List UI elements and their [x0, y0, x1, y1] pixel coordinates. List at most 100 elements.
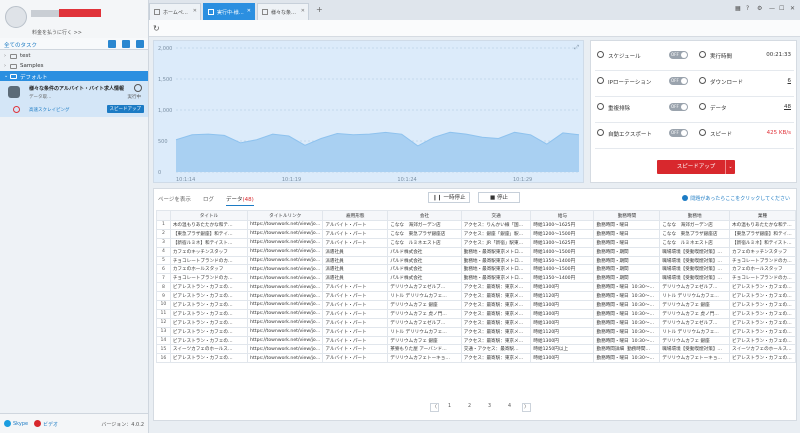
page-1[interactable]: 1 — [445, 403, 454, 412]
column-header[interactable] — [156, 210, 171, 221]
table-row[interactable]: 10 ビアレストラン・カフェの… https://townwork.net/view… — [156, 300, 796, 310]
tab-log[interactable]: ログ — [203, 195, 214, 203]
stat-label: 重複排除 — [608, 106, 631, 112]
chevron-down-icon[interactable]: ⌄ — [725, 160, 735, 174]
table-row[interactable]: 14 ビアレストラン・カフェの… https://townwork.net/view… — [156, 335, 796, 346]
column-header[interactable]: 勤務時間 — [593, 210, 661, 221]
page-4[interactable]: 4 — [505, 403, 514, 412]
stat-label: データ — [710, 106, 727, 112]
table-row[interactable]: 15 スイーツカフェのホールス… https://townwork.net/view… — [156, 344, 796, 355]
folder-icon — [10, 54, 17, 59]
task-card[interactable]: 様々な条件のアルバイト・バイト求人情報 データ取… 実行中 高速スクレイピング … — [0, 81, 148, 117]
table-cell: アルバイト・パート — [322, 282, 389, 293]
close-icon[interactable]: ✕ — [301, 8, 305, 14]
column-header[interactable]: タイトル — [169, 210, 249, 221]
run-time-value: 00:21:33 — [766, 52, 791, 58]
layout-icon[interactable]: ▦ — [735, 5, 741, 12]
close-icon[interactable]: ✕ — [193, 8, 197, 14]
help-text: 問題があったらここをクリックしてください — [690, 196, 790, 202]
table-row[interactable]: 11 ビアレストラン・カフェの… https://townwork.net/view… — [156, 308, 796, 319]
chevron-right-icon[interactable]: › — [4, 53, 6, 59]
table-row[interactable]: 12 ビアレストラン・カフェの… https://townwork.net/view… — [156, 317, 796, 328]
speedup-button[interactable]: スピードアップ ⌄ — [657, 160, 735, 174]
tab-data[interactable]: データ(48) — [226, 195, 254, 206]
page-icon — [154, 9, 160, 15]
cell-text-extra: 10:30～… — [631, 338, 655, 344]
chevron-down-icon[interactable]: ⌄ — [4, 73, 8, 79]
prev-page-button[interactable]: 〈 — [430, 403, 439, 412]
subtabs: ページを表示 ログ データ(48) ❙❙ 一時停止 ■ 停止 問題があったらここ… — [154, 189, 798, 207]
next-page-button[interactable]: 〉 — [522, 403, 531, 412]
table-row[interactable]: 16 ビアレストラン・カフェの… https://townwork.net/view… — [156, 353, 796, 364]
page-3[interactable]: 3 — [485, 403, 494, 412]
column-header[interactable]: 交通 — [460, 210, 532, 221]
data-count-badge: (48) — [242, 197, 254, 203]
column-header[interactable]: 給与 — [530, 210, 595, 221]
skype-icon[interactable] — [4, 420, 11, 427]
column-header[interactable]: 勤務地 — [659, 210, 730, 221]
download-value[interactable]: 6 — [788, 78, 792, 84]
table-row[interactable]: 7 チョコレートブランドのカ… https://townwork.net/view/… — [156, 273, 796, 284]
close-window-icon[interactable]: ✕ — [790, 5, 795, 12]
column-header[interactable]: 業種 — [729, 210, 796, 221]
table-cell: https://townwork.net/view/jo… — [247, 237, 324, 248]
refresh-icon[interactable]: ↻ — [153, 24, 160, 33]
main-area: ホームペ… ✕ 実行中-様… ✕ 様々な条… ✕ + ▦ ? ⚙ — ☐ ✕ ↻… — [149, 0, 800, 433]
auto-export-toggle[interactable]: OFF — [669, 129, 688, 137]
tab-running[interactable]: 実行中-様… ✕ — [203, 3, 255, 20]
folder-add-icon[interactable] — [136, 40, 144, 48]
account-badge[interactable] — [59, 9, 101, 17]
table-row[interactable]: 13 ビアレストラン・カフェの… https://townwork.net/view… — [156, 326, 796, 337]
help-icon[interactable]: ? — [746, 5, 749, 12]
table-cell: https://townwork.net/view/jo… — [247, 308, 324, 319]
video-icon[interactable] — [34, 420, 41, 427]
play-icon[interactable] — [134, 84, 142, 92]
cell-text: 勤務時間・曜日 — [596, 294, 629, 300]
column-header[interactable]: タイトルリンク — [247, 210, 324, 221]
add-tab-icon[interactable]: + — [316, 5, 323, 14]
tab-task[interactable]: 様々な条… ✕ — [257, 3, 309, 20]
task-speedup-button[interactable]: スピードアップ — [106, 105, 144, 113]
column-header[interactable]: 雇用形態 — [322, 210, 389, 221]
close-icon[interactable]: ✕ — [247, 8, 251, 14]
video-link[interactable]: ビデオ — [43, 421, 58, 428]
tab-label: ホームペ… — [163, 10, 188, 16]
tab-home[interactable]: ホームペ… ✕ — [149, 3, 201, 20]
table-row[interactable]: 8 ビアレストラン・カフェの… https://townwork.net/view/… — [156, 282, 796, 293]
minimize-icon[interactable]: — — [769, 5, 775, 12]
sidebar-footer: Skype ビデオ バージョン：4.0.2 — [0, 413, 148, 433]
page-2[interactable]: 2 — [465, 403, 474, 412]
stop-button[interactable]: ■ 停止 — [478, 192, 520, 203]
import-icon[interactable] — [122, 40, 130, 48]
data-count-value[interactable]: 48 — [784, 104, 791, 110]
column-header[interactable]: 会社 — [387, 210, 462, 221]
chevron-right-icon[interactable]: › — [4, 63, 6, 69]
gear-icon[interactable]: ⚙ — [757, 5, 762, 12]
help-link[interactable]: 問題があったらここをクリックしてください — [682, 195, 790, 202]
schedule-toggle[interactable]: OFF — [669, 51, 688, 59]
dedupe-toggle[interactable]: OFF — [669, 103, 688, 111]
expand-icon[interactable]: ⤢ — [574, 44, 579, 52]
table-row[interactable]: 5 チョコレートブランドのカ… https://townwork.net/view/… — [156, 255, 796, 266]
task-title: 様々な条件のアルバイト・バイト求人情報 — [29, 86, 124, 92]
table-row[interactable]: 2 【東急プラザ銀座】和テイ… https://townwork.net/view/… — [156, 228, 796, 239]
table-row[interactable]: 4 カフェのキッチンスタッフ https://townwork.net/view/j… — [156, 246, 796, 257]
table-row[interactable]: 3 【新宿ルミネ】和テイスト… https://townwork.net/view/… — [156, 237, 796, 248]
table-row[interactable]: 9 ビアレストラン・カフェの… https://townwork.net/view/… — [156, 291, 796, 302]
new-task-icon[interactable] — [108, 40, 116, 48]
pause-button[interactable]: ❙❙ 一時停止 — [428, 192, 470, 203]
table-row[interactable]: 6 カフェのホールスタッフ https://townwork.net/view/jo… — [156, 264, 796, 275]
skype-link[interactable]: Skype — [13, 421, 28, 427]
table-row[interactable]: 1 木の温もりあたたかな和テ… https://townwork.net/view/… — [156, 220, 796, 230]
tab-page-view[interactable]: ページを表示 — [158, 195, 191, 203]
table-cell: https://townwork.net/view/jo… — [247, 344, 324, 355]
table-cell: 勤務時間・曜日 10:30～… — [593, 335, 661, 346]
table-cell: カフェのホールスタッフ — [169, 264, 249, 275]
stat-auto-export: 自動エクスポート OFF — [595, 124, 693, 144]
upgrade-link[interactable]: 料金を払うに行く >> — [32, 29, 82, 36]
ip-rotation-toggle[interactable]: OFF — [669, 77, 688, 85]
avatar[interactable] — [5, 6, 27, 28]
table-cell: 勤務地・最寄駅東京メトロ… — [460, 273, 532, 284]
maximize-icon[interactable]: ☐ — [779, 5, 784, 12]
all-tasks-label[interactable]: 全てのタスク — [4, 41, 37, 49]
